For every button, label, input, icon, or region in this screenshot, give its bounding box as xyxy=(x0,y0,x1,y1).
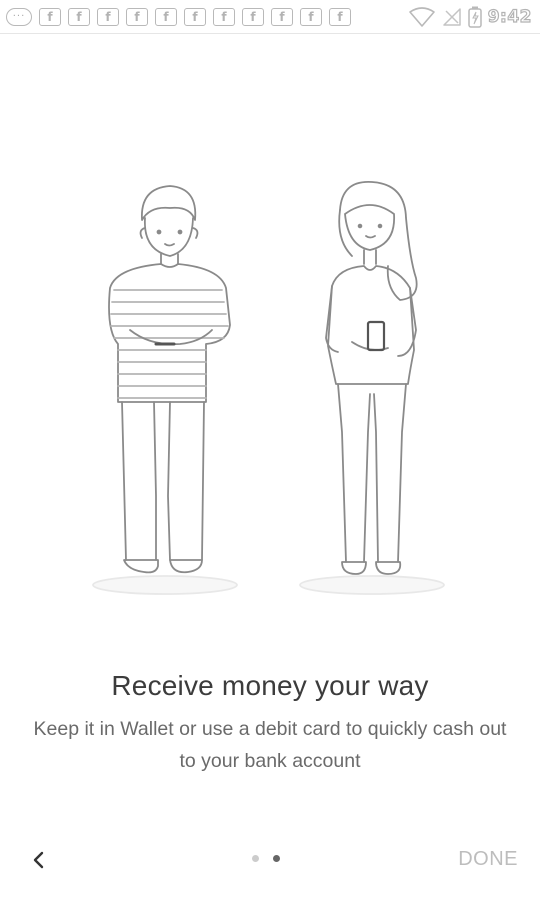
done-button[interactable]: DONE xyxy=(458,848,518,871)
back-button[interactable] xyxy=(22,842,54,878)
facebook-icon: f xyxy=(184,7,206,26)
facebook-icon: f xyxy=(126,7,148,26)
clock: 9:42 xyxy=(487,6,532,27)
onboarding-title: Receive money your way xyxy=(111,670,429,701)
page-dot-2[interactable] xyxy=(273,855,280,862)
onboarding-description: Keep it in Wallet or use a debit card to… xyxy=(33,718,507,772)
notification-icons: ··· f f f f f f f f f f f xyxy=(6,7,351,26)
facebook-icon: f xyxy=(97,7,119,26)
facebook-icon: f xyxy=(39,7,61,26)
facebook-icon: f xyxy=(68,7,90,26)
facebook-icon: f xyxy=(213,7,235,26)
status-bar: ··· f f f f f f f f f f f 9:42 xyxy=(0,0,540,34)
page-dot-1[interactable] xyxy=(252,855,259,862)
messenger-icon: ··· xyxy=(6,7,32,26)
facebook-icon: f xyxy=(242,7,264,26)
battery-icon xyxy=(467,6,482,28)
facebook-icon: f xyxy=(155,7,177,26)
wifi-icon xyxy=(408,7,435,27)
chevron-left-icon xyxy=(33,851,44,869)
man-shadow xyxy=(92,575,238,595)
page-indicator xyxy=(252,855,280,862)
man-figure xyxy=(108,185,231,574)
facebook-icon: f xyxy=(271,7,293,26)
system-icons: 9:42 xyxy=(408,6,532,28)
no-signal-icon xyxy=(442,8,461,26)
onboarding-illustration xyxy=(92,181,445,595)
facebook-icon: f xyxy=(300,7,322,26)
woman-shadow xyxy=(299,575,445,595)
bottom-navigation: DONE xyxy=(0,832,540,888)
woman-figure xyxy=(325,181,418,575)
facebook-icon: f xyxy=(329,7,351,26)
